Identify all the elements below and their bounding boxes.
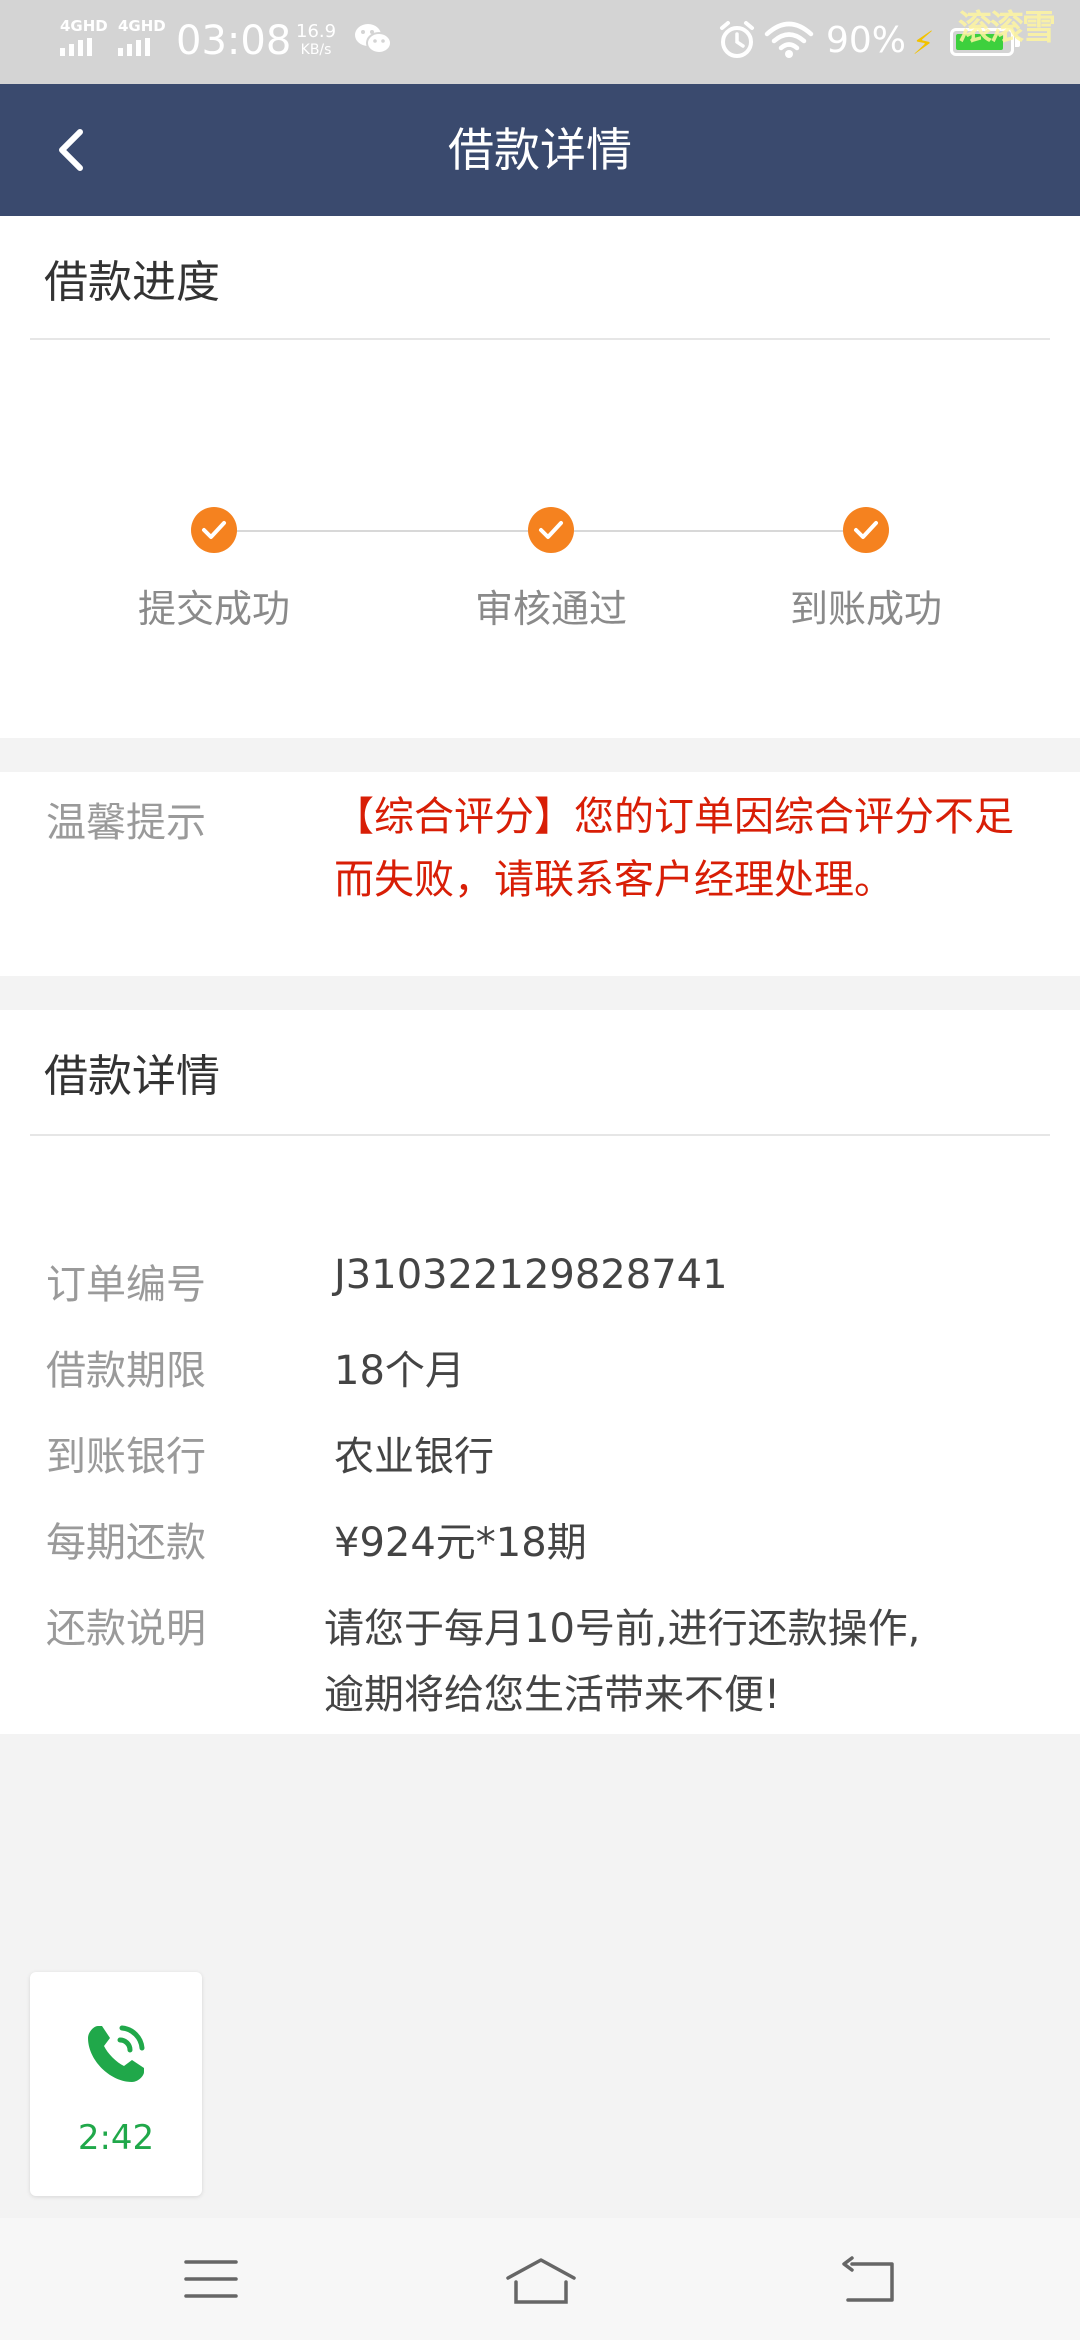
order-number-value: J310322129828741 <box>334 1252 728 1298</box>
step-1-label: 提交成功 <box>137 587 290 631</box>
network-indicator-2: 4GHD <box>118 18 166 56</box>
battery-percent: 90% <box>826 20 907 61</box>
network-label-1: 4GHD <box>60 17 108 35</box>
step-2-label: 审核通过 <box>474 587 627 631</box>
details-section-title: 借款详情 <box>44 1051 220 1102</box>
home-icon[interactable] <box>504 2256 578 2310</box>
back-icon[interactable] <box>838 2256 898 2310</box>
network-speed: 16.9 KB/s <box>296 22 336 60</box>
network-label-2: 4GHD <box>118 17 166 35</box>
signal-bars-icon <box>60 38 108 56</box>
step-connector <box>236 530 530 532</box>
step-2-check-icon <box>528 507 574 553</box>
status-bar: 4GHD 4GHD 03:08 16.9 KB/s 90% ⚡ 滚滚雪 <box>0 0 1080 84</box>
speed-unit: KB/s <box>300 42 332 58</box>
installment-label: 每期还款 <box>46 1520 206 1566</box>
installment-value: ¥924元*18期 <box>334 1520 587 1566</box>
call-duration: 2:42 <box>77 2118 155 2158</box>
step-connector <box>574 530 844 532</box>
watermark: 滚滚雪 <box>958 8 1056 48</box>
repayment-note-line1: 请您于每月10号前,进行还款操作, <box>324 1606 921 1652</box>
tip-label: 温馨提示 <box>46 800 206 846</box>
menu-icon[interactable] <box>184 2256 238 2306</box>
repayment-note-label: 还款说明 <box>46 1606 206 1652</box>
divider <box>30 1134 1050 1136</box>
page-title: 借款详情 <box>448 123 632 177</box>
bank-value: 农业银行 <box>334 1434 494 1480</box>
phone-call-icon <box>88 2025 145 2082</box>
repayment-note-line2: 逾期将给您生活带来不便! <box>324 1672 781 1718</box>
step-3-check-icon <box>843 507 889 553</box>
loan-term-label: 借款期限 <box>46 1348 206 1394</box>
system-nav-bar <box>0 2218 1080 2340</box>
loan-term-value: 18个月 <box>334 1348 465 1394</box>
order-number-label: 订单编号 <box>46 1262 206 1308</box>
clock: 03:08 <box>176 18 292 64</box>
step-3-label: 到账成功 <box>789 587 942 631</box>
step-1-check-icon <box>191 507 237 553</box>
call-floating-button[interactable]: 2:42 <box>30 1972 202 2196</box>
tip-message: 【综合评分】您的订单因综合评分不足而失败，请联系客户经理处理。 <box>334 794 1014 903</box>
wechat-icon <box>354 22 392 60</box>
speed-value: 16.9 <box>296 21 337 42</box>
wifi-icon <box>764 20 814 64</box>
bank-label: 到账银行 <box>46 1434 206 1480</box>
alarm-icon <box>718 20 756 64</box>
charging-icon: ⚡ <box>912 24 935 62</box>
signal-bars-icon <box>118 38 166 56</box>
progress-steps <box>0 290 1080 590</box>
nav-bar: 借款详情 <box>0 84 1080 216</box>
network-indicator-1: 4GHD <box>60 18 108 56</box>
